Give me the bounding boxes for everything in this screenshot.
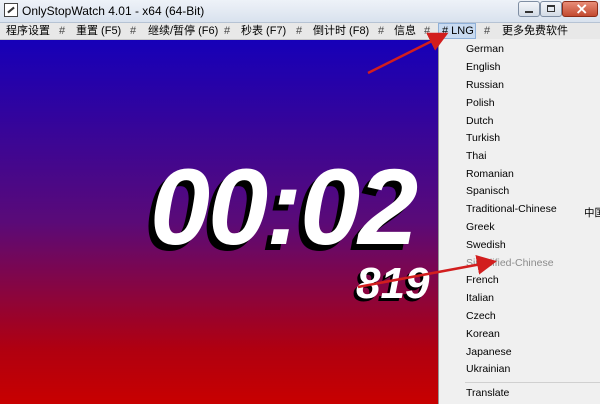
menu-countdown[interactable]: 倒计时 (F8) [313, 24, 369, 38]
elapsed-time: 00:02 [150, 146, 418, 267]
menu-separator: # [59, 25, 66, 37]
menu-separator: # [296, 25, 303, 37]
language-option[interactable]: Greek [466, 221, 495, 233]
language-option[interactable]: Polish [466, 97, 495, 109]
language-option[interactable]: Traditional-Chinese [466, 203, 557, 215]
language-option[interactable]: Korean [466, 328, 500, 340]
menu-separator: # [130, 25, 137, 37]
language-option[interactable]: Ukrainian [466, 363, 510, 375]
language-option[interactable]: Italian [466, 292, 494, 304]
language-option[interactable]: French [466, 274, 499, 286]
close-button[interactable] [562, 0, 598, 18]
language-option-selected: Simplified-Chinese [466, 257, 554, 269]
menu-reset[interactable]: 重置 (F5) [76, 24, 121, 38]
menu-separator: # [424, 25, 431, 37]
language-option[interactable]: Japanese [466, 346, 512, 358]
maximize-button[interactable] [540, 1, 562, 17]
menu-more-free-software[interactable]: 更多免费软件 [502, 24, 568, 38]
language-option[interactable]: Spanisch [466, 185, 509, 197]
language-option[interactable]: Romanian [466, 168, 514, 180]
window-title: OnlyStopWatch 4.01 - x64 (64-Bit) [22, 4, 205, 18]
menu-stopwatch[interactable]: 秒表 (F7) [241, 24, 286, 38]
language-option[interactable]: Swedish [466, 239, 506, 251]
menu-separator: # [378, 25, 385, 37]
elapsed-milliseconds: 819 [356, 259, 430, 308]
language-option[interactable]: Czech [466, 310, 496, 322]
title-bar: OnlyStopWatch 4.01 - x64 (64-Bit) [0, 0, 600, 23]
menu-program-settings[interactable]: 程序设置 [6, 24, 50, 38]
stopwatch-display: 00:02 819 [0, 40, 438, 404]
chinese-submenu-label: 中国 [584, 207, 600, 219]
menu-language[interactable]: # LNG [442, 24, 474, 38]
language-option[interactable]: Russian [466, 79, 504, 91]
menu-continue-pause[interactable]: 继续/暂停 (F6) [148, 24, 218, 38]
stopwatch-app-icon [4, 3, 18, 17]
language-option[interactable]: Dutch [466, 115, 493, 127]
translate-option[interactable]: Translate [466, 387, 509, 399]
menu-separator: # [224, 25, 231, 37]
language-option[interactable]: Thai [466, 150, 486, 162]
language-option[interactable]: English [466, 61, 500, 73]
language-option[interactable]: German [466, 43, 504, 55]
menu-separator: # [484, 25, 491, 37]
language-option[interactable]: Turkish [466, 132, 500, 144]
menu-divider [465, 382, 600, 383]
menu-info[interactable]: 信息 [394, 24, 416, 38]
language-dropdown-menu: German English Russian Polish Dutch Turk… [438, 39, 600, 404]
minimize-button[interactable] [518, 1, 540, 17]
